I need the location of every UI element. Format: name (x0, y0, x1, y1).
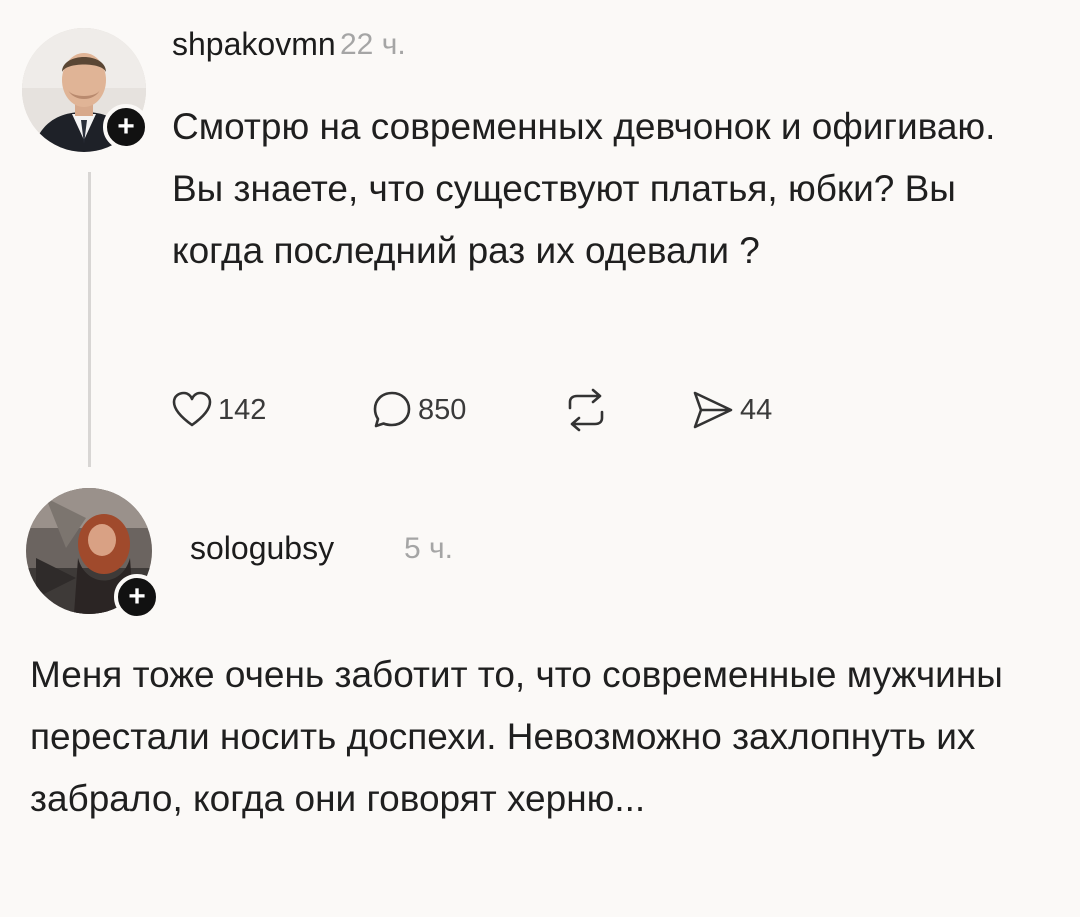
follow-button[interactable]: + (114, 574, 160, 620)
post-author-username[interactable]: shpakovmn (172, 26, 336, 63)
comment-count: 850 (418, 393, 467, 426)
comment-bubble-icon (373, 391, 411, 428)
repost-icon (568, 388, 604, 432)
reply-author-username[interactable]: sologubsy (190, 530, 334, 567)
reply-text: Меня тоже очень заботит то, что современ… (30, 654, 1003, 819)
thread-line (88, 172, 91, 467)
comment-button[interactable]: 850 (370, 388, 466, 432)
repost-button[interactable] (562, 388, 610, 432)
like-count: 142 (218, 393, 267, 426)
follow-button[interactable]: + (103, 104, 149, 150)
share-button[interactable]: 44 (690, 388, 772, 432)
reply-timestamp: 5 ч. (404, 532, 453, 565)
heart-icon (172, 391, 212, 427)
like-button[interactable]: 142 (170, 388, 266, 432)
plus-icon: + (128, 580, 146, 613)
post-text: Смотрю на современных девчонок и офигива… (172, 106, 996, 271)
plus-icon: + (117, 110, 135, 143)
send-icon (693, 391, 733, 429)
post-timestamp: 22 ч. (340, 28, 406, 61)
share-count: 44 (740, 393, 773, 426)
